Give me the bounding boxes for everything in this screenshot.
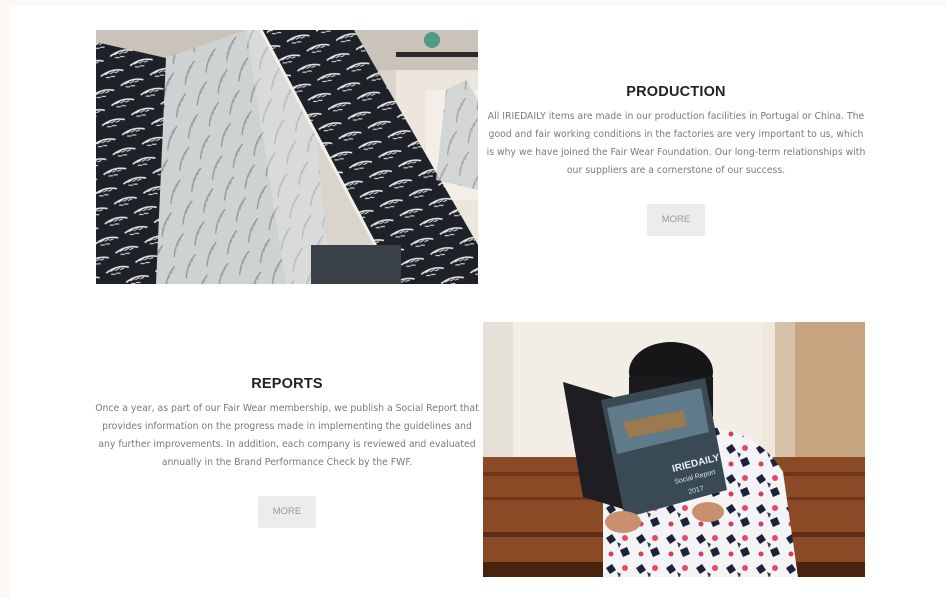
reports-reading-image: IRIEDAILY Social Report 2017 — [483, 322, 865, 577]
reports-text-block: REPORTS Once a year, as part of our Fair… — [94, 376, 480, 528]
reports-section: REPORTS Once a year, as part of our Fair… — [10, 296, 946, 598]
reports-description: Once a year, as part of our Fair Wear me… — [95, 403, 479, 468]
production-title: PRODUCTION — [626, 84, 726, 100]
production-more-button[interactable]: MORE — [647, 204, 705, 236]
page-content: PRODUCTION All IRIEDAILY items are made … — [10, 6, 946, 598]
production-fabric-image — [96, 30, 478, 284]
production-text-block: PRODUCTION All IRIEDAILY items are made … — [484, 84, 868, 236]
reports-more-button[interactable]: MORE — [258, 496, 316, 528]
production-section: PRODUCTION All IRIEDAILY items are made … — [10, 6, 946, 296]
production-description: All IRIEDAILY items are made in our prod… — [486, 111, 866, 176]
reports-title: REPORTS — [251, 376, 323, 392]
